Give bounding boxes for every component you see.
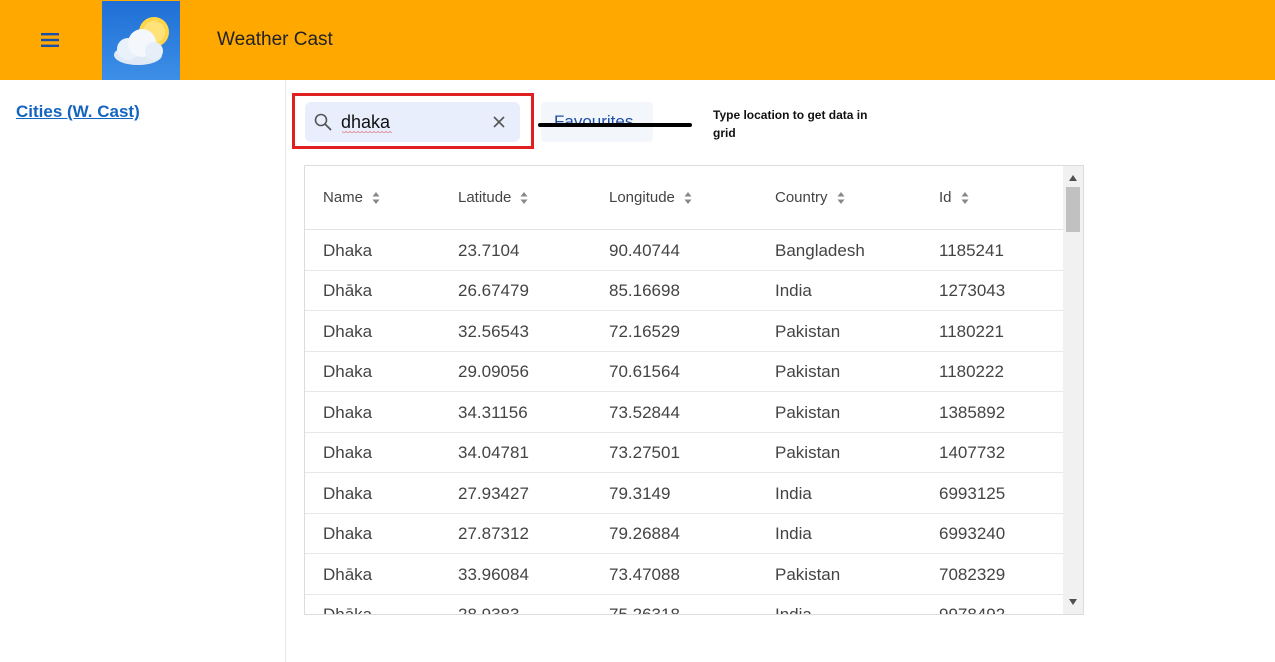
table-row[interactable]: Dhaka 27.87312 79.26884 India 6993240 [305,513,1063,554]
cell-longitude: 72.16529 [609,322,680,341]
cell-id: 1180222 [939,362,1004,381]
sidebar-item-cities[interactable]: Cities (W. Cast) [16,102,140,122]
app-title: Weather Cast [217,29,333,50]
sort-arrows-icon [684,191,692,204]
cell-latitude: 34.31156 [458,403,528,422]
table-row[interactable]: Dhāka 28.9383 75.26318 India 9978492 [305,594,1063,615]
cell-country: India [775,605,812,615]
cell-latitude: 27.87312 [458,524,529,543]
top-app-bar: Weather Cast [0,0,1275,80]
cell-name: Dhāka [323,565,373,584]
table-row[interactable]: Dhaka 34.04781 73.27501 Pakistan 1407732 [305,432,1063,473]
scroll-up-arrow-icon[interactable] [1068,174,1078,182]
scroll-down-arrow-icon[interactable] [1068,598,1078,606]
cell-name: Dhaka [323,241,373,260]
cell-name: Dhaka [323,322,373,341]
cell-longitude: 79.3149 [609,484,671,503]
cell-name: Dhāka [323,281,373,300]
table-row[interactable]: Dhaka 32.56543 72.16529 Pakistan 1180221 [305,311,1063,352]
menu-button[interactable] [32,26,68,54]
cell-latitude: 32.56543 [458,322,529,341]
cell-longitude: 90.40744 [609,241,680,260]
table-row[interactable]: Dhaka 29.09056 70.61564 Pakistan 1180222 [305,351,1063,392]
cell-latitude: 29.09056 [458,362,529,381]
cell-country: Pakistan [775,362,841,381]
annotation-pointer-line [538,123,692,127]
annotation-text: Type location to get data in grid [713,108,868,140]
table-row[interactable]: Dhāka 26.67479 85.16698 India 1273043 [305,270,1063,311]
cell-id: 1273043 [939,281,1006,300]
cell-id: 9978492 [939,605,1006,615]
weather-cloud-sun-icon [114,17,169,65]
column-header-longitude[interactable]: Longitude [609,189,692,206]
cell-id: 1180221 [939,322,1004,341]
cities-grid: Name Latitude Longitude Country Id Dhaka… [304,165,1084,615]
cell-country: Bangladesh [775,241,865,260]
sort-arrows-icon [372,191,380,204]
cell-country: Pakistan [775,443,841,462]
cell-name: Dhaka [323,524,373,543]
annotation-highlight-box [292,93,534,149]
table-row[interactable]: Dhāka 33.96084 73.47088 Pakistan 7082329 [305,554,1063,595]
table-row[interactable]: Dhaka 27.93427 79.3149 India 6993125 [305,473,1063,514]
cell-longitude: 73.27501 [609,443,680,462]
tab-favourites-label[interactable]: Favourites [554,112,633,132]
cell-name: Dhaka [323,443,373,462]
cell-latitude: 27.93427 [458,484,529,503]
cell-country: India [775,524,812,543]
cell-id: 6993240 [939,524,1006,543]
cell-id: 6993125 [939,484,1006,503]
scrollbar-thumb[interactable] [1066,187,1080,232]
cell-latitude: 33.96084 [458,565,529,584]
column-header-latitude[interactable]: Latitude [458,189,528,206]
sort-arrows-icon [520,191,528,204]
cell-id: 1385892 [939,403,1006,422]
cell-longitude: 73.52844 [609,403,680,422]
app-logo [102,1,180,80]
hamburger-menu-icon [41,33,59,47]
cell-longitude: 79.26884 [609,524,680,543]
cell-name: Dhaka [323,362,373,381]
cell-id: 7082329 [939,565,1006,584]
grid-scrollbar[interactable] [1063,166,1083,614]
cell-longitude: 75.26318 [609,605,680,615]
sidebar: Cities (W. Cast) [0,80,286,662]
cell-country: Pakistan [775,322,841,341]
column-header-name[interactable]: Name [323,189,380,206]
column-header-country[interactable]: Country [775,189,845,206]
cell-longitude: 70.61564 [609,362,680,381]
cell-name: Dhāka [323,605,373,615]
table-row[interactable]: Dhaka 34.31156 73.52844 Pakistan 1385892 [305,392,1063,433]
cell-id: 1407732 [939,443,1006,462]
cell-latitude: 34.04781 [458,443,529,462]
cell-latitude: 28.9383 [458,605,520,615]
cell-id: 1185241 [939,241,1004,260]
cell-country: India [775,484,812,503]
cell-country: Pakistan [775,403,841,422]
cell-latitude: 26.67479 [458,281,529,300]
table-row[interactable]: Dhaka 23.7104 90.40744 Bangladesh 118524… [305,230,1063,271]
grid-header: Name Latitude Longitude Country Id [305,166,1063,230]
cell-latitude: 23.7104 [458,241,520,260]
cell-name: Dhaka [323,403,373,422]
column-header-id[interactable]: Id [939,189,969,206]
cell-longitude: 73.47088 [609,565,680,584]
sort-arrows-icon [837,191,845,204]
sort-arrows-icon [961,191,969,204]
cell-country: Pakistan [775,565,841,584]
cell-name: Dhaka [323,484,373,503]
cell-country: India [775,281,812,300]
cell-longitude: 85.16698 [609,281,680,300]
